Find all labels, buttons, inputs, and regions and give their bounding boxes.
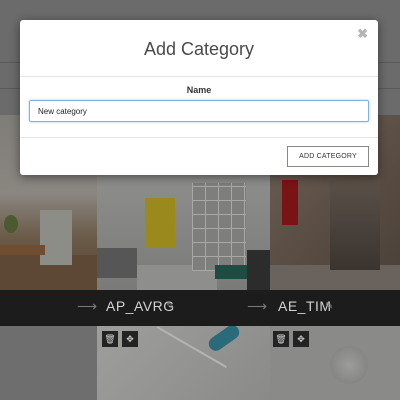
- name-label: Name: [186, 85, 212, 95]
- modal-footer: ADD CATEGORY: [20, 138, 378, 176]
- add-category-dialog: Add Category ✖ Name ADD CATEGORY: [20, 20, 378, 175]
- add-category-button[interactable]: ADD CATEGORY: [287, 146, 369, 167]
- category-name-input[interactable]: [29, 100, 369, 122]
- modal-title: Add Category: [143, 39, 255, 59]
- modal-body: Name: [20, 77, 378, 138]
- modal-header: Add Category ✖: [20, 20, 378, 77]
- close-icon[interactable]: ✖: [357, 26, 368, 42]
